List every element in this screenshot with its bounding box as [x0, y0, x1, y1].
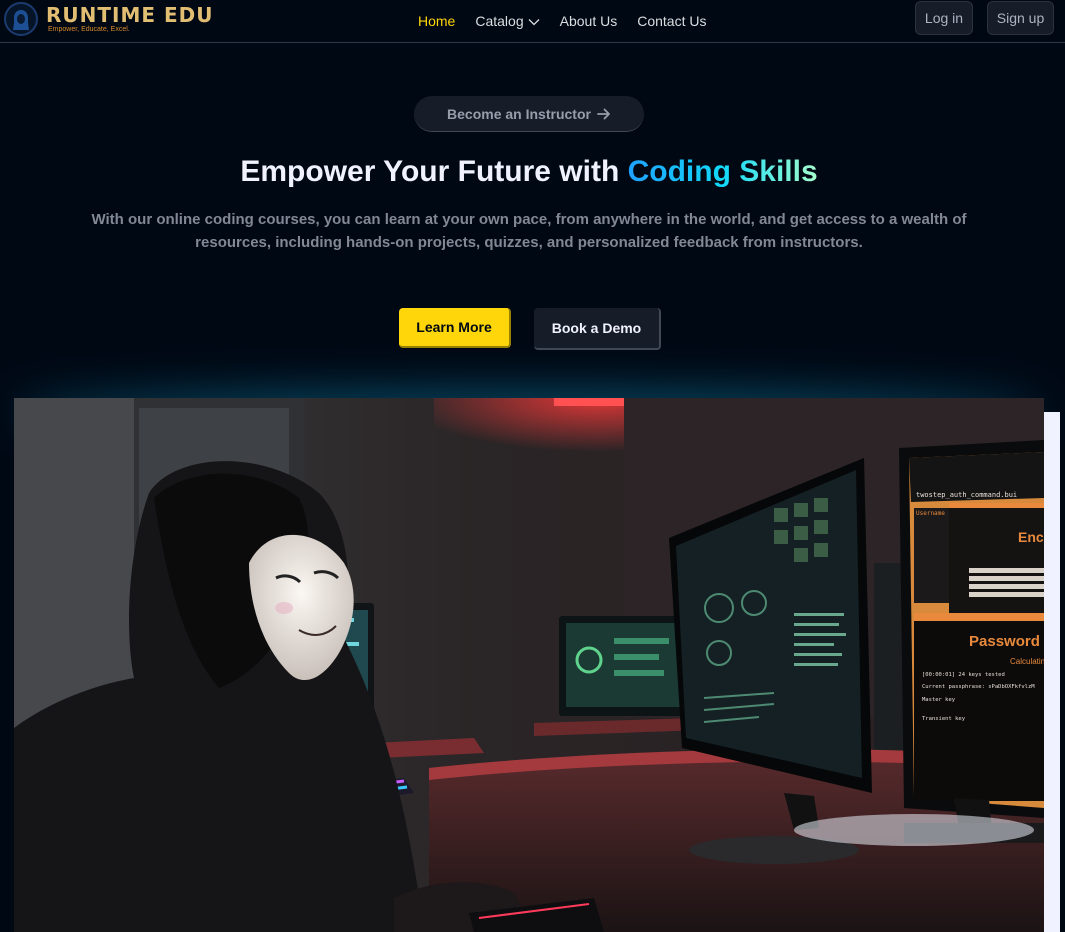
- screen-text-calculating: Calculatin: [1010, 657, 1044, 666]
- hacker-logo-icon: [4, 2, 38, 36]
- hero-description: With our online coding courses, you can …: [91, 211, 967, 251]
- logo[interactable]: RUNTIME EDU Empower, Educate, Excel.: [4, 2, 213, 38]
- nav-link-label: Catalog: [475, 13, 524, 29]
- hero-title-text: Empower Your Future with: [240, 155, 628, 188]
- hacker-scene-image: twostep_auth_command.bui Username Enc Pa…: [14, 398, 1044, 932]
- screen-text-master-key: Master key: [922, 697, 956, 703]
- signup-button[interactable]: Sign up: [987, 1, 1054, 35]
- brand-name: RUNTIME EDU: [46, 3, 214, 27]
- screen-text-enc: Enc: [1018, 529, 1044, 545]
- screen-text-password: Password: [969, 633, 1040, 650]
- hero-video[interactable]: twostep_auth_command.bui Username Enc Pa…: [14, 398, 1044, 932]
- hero-title-highlight: Coding Skills: [627, 155, 818, 188]
- screen-text-transient-key: Transient key: [922, 716, 966, 722]
- screen-text-keys: [00:00:01] 24 keys tested: [922, 672, 1005, 678]
- screen-text-passphrase: Current passphrase: sPaDbOXFkfvlzM: [922, 684, 1035, 690]
- nav-link-label: Home: [418, 13, 456, 29]
- hero-title: Empower Your Future with Coding Skills: [0, 155, 1058, 189]
- brand-tagline: Empower, Educate, Excel.: [48, 26, 130, 33]
- login-button[interactable]: Log in: [915, 1, 973, 35]
- learn-more-button[interactable]: Learn More: [399, 308, 511, 348]
- screen-text-command: twostep_auth_command.bui: [916, 491, 1017, 499]
- screen-text-username: Username: [916, 510, 945, 517]
- nav-link-contact[interactable]: Contact Us: [637, 11, 706, 31]
- nav-links: Home Catalog About Us Contact Us: [418, 11, 726, 31]
- nav-link-about[interactable]: About Us: [560, 11, 618, 31]
- nav-link-label: About Us: [559, 13, 618, 29]
- become-instructor-label: Become an Instructor: [447, 105, 591, 122]
- arrow-right-icon: [597, 108, 610, 119]
- chevron-down-icon: [528, 18, 540, 25]
- navbar: RUNTIME EDU Empower, Educate, Excel. Hom…: [0, 0, 1065, 43]
- nav-link-label: Contact Us: [637, 13, 707, 29]
- hero-media-shadow: [1044, 412, 1060, 932]
- book-demo-button[interactable]: Book a Demo: [534, 308, 661, 350]
- become-instructor-button[interactable]: Become an Instructor: [414, 96, 644, 132]
- nav-link-home[interactable]: Home: [418, 11, 455, 31]
- nav-link-catalog[interactable]: Catalog: [475, 11, 540, 31]
